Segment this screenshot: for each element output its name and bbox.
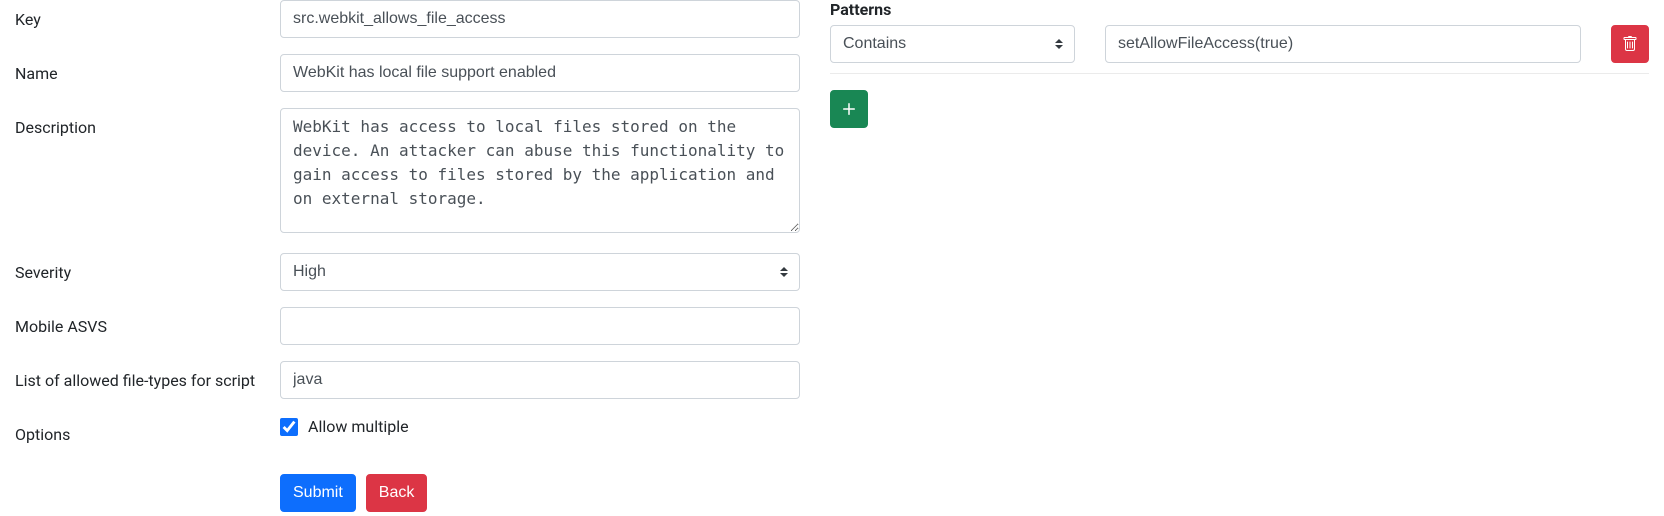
- label-options: Options: [15, 415, 280, 444]
- row-file-types: List of allowed file-types for script: [15, 361, 800, 399]
- row-severity: Severity High: [15, 253, 800, 291]
- severity-select[interactable]: High: [280, 253, 800, 291]
- allow-multiple-label: Allow multiple: [308, 417, 409, 436]
- patterns-header: Patterns: [830, 0, 1649, 19]
- plus-icon: [841, 101, 857, 117]
- name-input[interactable]: [280, 54, 800, 92]
- label-description: Description: [15, 108, 280, 137]
- add-pattern-row: [830, 73, 1649, 128]
- row-name: Name: [15, 54, 800, 92]
- label-name: Name: [15, 54, 280, 83]
- trash-icon: [1622, 36, 1638, 52]
- form-panel: Key Name Description Severity High: [0, 0, 800, 512]
- label-file-types: List of allowed file-types for script: [15, 361, 280, 390]
- pattern-row: Contains: [830, 25, 1649, 63]
- row-buttons: Submit Back: [15, 474, 800, 512]
- label-key: Key: [15, 0, 280, 29]
- back-button[interactable]: Back: [366, 474, 428, 512]
- description-textarea[interactable]: [280, 108, 800, 233]
- pattern-value-input[interactable]: [1105, 25, 1581, 63]
- row-mobile-asvs: Mobile ASVS: [15, 307, 800, 345]
- label-mobile-asvs: Mobile ASVS: [15, 307, 280, 336]
- pattern-type-select[interactable]: Contains: [830, 25, 1075, 63]
- row-options: Options Allow multiple: [15, 415, 800, 444]
- mobile-asvs-input[interactable]: [280, 307, 800, 345]
- row-description: Description: [15, 108, 800, 237]
- submit-button[interactable]: Submit: [280, 474, 356, 512]
- row-key: Key: [15, 0, 800, 38]
- add-pattern-button[interactable]: [830, 90, 868, 128]
- file-types-input[interactable]: [280, 361, 800, 399]
- patterns-panel: Patterns Contains: [830, 0, 1664, 512]
- delete-pattern-button[interactable]: [1611, 25, 1649, 63]
- key-input[interactable]: [280, 0, 800, 38]
- allow-multiple-checkbox[interactable]: [280, 418, 298, 436]
- label-severity: Severity: [15, 253, 280, 282]
